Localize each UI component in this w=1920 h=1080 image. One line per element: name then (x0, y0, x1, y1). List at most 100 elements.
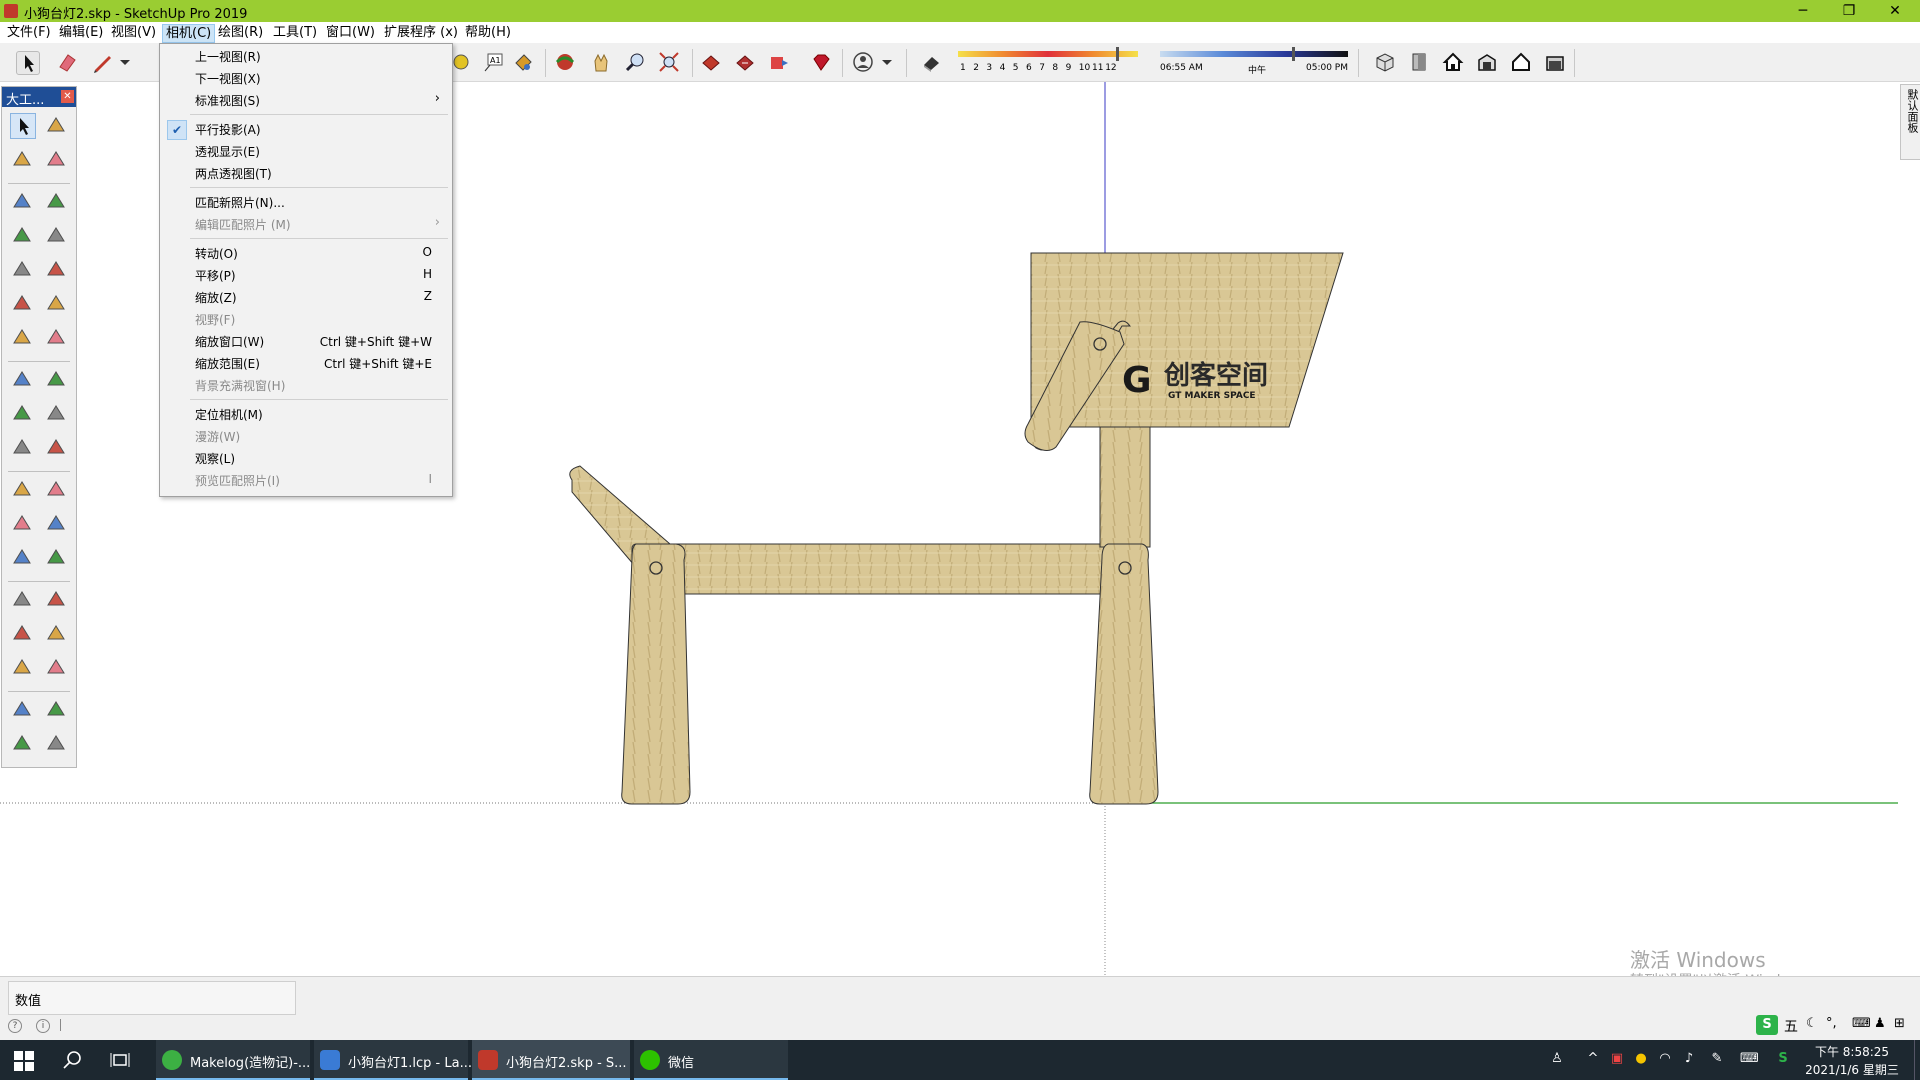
protractor-icon[interactable] (10, 511, 34, 535)
menu-draw[interactable]: 绘图(R) (215, 24, 266, 41)
tape-measure-icon[interactable] (450, 51, 472, 73)
clock-date[interactable]: 2021/1/6 星期三 (1796, 1061, 1908, 1078)
taskbar-app-wechat[interactable]: 微信 (634, 1040, 788, 1080)
people-icon[interactable]: ♙ (1548, 1050, 1566, 1068)
iso-view-icon[interactable] (1374, 51, 1396, 73)
zoom-icon[interactable] (624, 51, 646, 73)
menu-item-perspective[interactable]: 透视显示(E) (160, 140, 452, 162)
orbit-icon[interactable] (554, 51, 576, 73)
paint-bucket-icon[interactable] (512, 51, 534, 73)
rotated-rectangle-icon[interactable] (44, 223, 68, 247)
rectangle-tool-icon[interactable] (10, 223, 34, 247)
ime-punct-icon[interactable]: °, (1826, 1016, 1837, 1031)
menu-item-zoom-window[interactable]: 缩放窗口(W) Ctrl 键+Shift 键+W (160, 330, 452, 352)
show-desktop-button[interactable] (1914, 1040, 1920, 1080)
taskbar-app-laserbox[interactable]: 小狗台灯1.lcp - La... (314, 1040, 472, 1080)
top-view-icon[interactable] (1408, 51, 1430, 73)
warehouse-icon[interactable] (700, 51, 722, 73)
ime-toolbar[interactable]: S 五 ☾ °, ⌨ ♟ ⊞ (1756, 1013, 1916, 1037)
eraser-tool-icon[interactable] (56, 51, 78, 73)
sogou-tray-icon[interactable]: S (1774, 1050, 1792, 1068)
restore-button[interactable]: ❐ (1826, 0, 1872, 22)
menu-extensions[interactable]: 扩展程序 (x) (381, 24, 461, 41)
front-view-icon[interactable] (1442, 51, 1464, 73)
menu-window[interactable]: 窗口(W) (323, 24, 378, 41)
dimension-tool-icon[interactable] (44, 477, 68, 501)
menu-item-zoom[interactable]: 缩放(Z) Z (160, 286, 452, 308)
close-button[interactable]: ✕ (1872, 0, 1918, 22)
menu-edit[interactable]: 编辑(E) (56, 24, 106, 41)
circle-tool-icon[interactable] (10, 257, 34, 281)
account-dropdown-icon[interactable] (880, 51, 894, 73)
offset-tool-icon[interactable] (44, 435, 68, 459)
geo-location-icon[interactable]: ? (8, 1019, 22, 1033)
menu-item-look-around[interactable]: 观察(L) (160, 447, 452, 469)
minimize-button[interactable]: ─ (1780, 0, 1826, 22)
dropdown-arrow-icon[interactable] (118, 51, 132, 73)
volume-icon[interactable]: ♪ (1680, 1050, 1698, 1068)
menu-help[interactable]: 帮助(H) (462, 24, 514, 41)
scale-tool-icon[interactable] (10, 435, 34, 459)
pan-hand-icon[interactable] (590, 51, 612, 73)
user-account-icon[interactable] (852, 51, 874, 73)
right-view-icon[interactable] (1476, 51, 1498, 73)
select-tool-icon[interactable] (16, 51, 40, 75)
ime-user-icon[interactable]: ♟ (1874, 1016, 1886, 1031)
orbit-icon[interactable] (10, 587, 34, 611)
ime-keyboard-icon[interactable]: ⌨ (1852, 1016, 1871, 1031)
taskbar-app-makelog[interactable]: Makelog(造物记)-... (156, 1040, 310, 1080)
eraser-tool-icon[interactable] (44, 147, 68, 171)
pen-icon[interactable]: ✎ (1708, 1050, 1726, 1068)
rotate-tool-icon[interactable] (10, 401, 34, 425)
3d-text-icon[interactable] (44, 545, 68, 569)
shadow-time-slider[interactable]: 06:55 AM 中午 05:00 PM (1160, 47, 1348, 77)
pie-tool-icon[interactable] (44, 325, 68, 349)
menu-tools[interactable]: 工具(T) (270, 24, 320, 41)
ime-grid-icon[interactable]: ⊞ (1894, 1016, 1905, 1031)
menu-camera[interactable]: 相机(C) (162, 24, 216, 43)
menu-item-standard-views[interactable]: 标准视图(S) › (160, 89, 452, 111)
zoom-window-icon[interactable] (44, 621, 68, 645)
previous-view-icon[interactable] (44, 655, 68, 679)
three-point-arc-icon[interactable] (10, 325, 34, 349)
component-tool-icon[interactable] (44, 113, 68, 137)
pan-hand-icon[interactable] (44, 587, 68, 611)
ime-mode-label[interactable]: 五 (1784, 1016, 1798, 1036)
sogou-ime-icon[interactable]: S (1756, 1015, 1778, 1035)
security-tray-icon[interactable]: ▣ (1608, 1050, 1626, 1068)
zoom-extents-icon[interactable] (658, 51, 680, 73)
menu-item-orbit[interactable]: 转动(O) O (160, 242, 452, 264)
app-tray-icon[interactable]: ● (1632, 1050, 1650, 1068)
text-tool-icon[interactable]: A1 (482, 51, 504, 73)
walk-tool-icon[interactable] (10, 731, 34, 755)
push-pull-icon[interactable] (44, 367, 68, 391)
paint-bucket-icon[interactable] (10, 147, 34, 171)
menu-view[interactable]: 视图(V) (108, 24, 159, 41)
menu-item-parallel-projection[interactable]: ✔ 平行投影(A) (160, 118, 452, 140)
position-camera-icon[interactable] (10, 697, 34, 721)
clock-time[interactable]: 下午 8:58:25 (1796, 1043, 1908, 1060)
section-plane-icon[interactable] (44, 731, 68, 755)
palette-close-icon[interactable]: ✕ (61, 90, 74, 103)
credits-info-icon[interactable]: i (36, 1019, 50, 1033)
ime-moon-icon[interactable]: ☾ (1806, 1016, 1818, 1031)
freehand-tool-icon[interactable] (44, 189, 68, 213)
taskbar-app-sketchup[interactable]: 小狗台灯2.skp - S... (472, 1040, 630, 1080)
ruby-console-icon[interactable] (810, 51, 832, 73)
measurements-box[interactable]: 数值 (8, 981, 296, 1015)
follow-me-icon[interactable] (44, 401, 68, 425)
left-view-icon[interactable] (1544, 51, 1566, 73)
menu-item-match-new-photo[interactable]: 匹配新照片(N)... (160, 191, 452, 213)
menu-item-next-view[interactable]: 下一视图(X) (160, 67, 452, 89)
default-tray-tab[interactable]: 默认面板 (1900, 84, 1920, 160)
shadow-month-slider[interactable]: 1 2 3 4 5 6 7 8 9 10 11 12 (958, 47, 1138, 77)
menu-item-position-camera[interactable]: 定位相机(M) (160, 403, 452, 425)
share-model-icon[interactable] (734, 51, 756, 73)
menu-item-pan[interactable]: 平移(P) H (160, 264, 452, 286)
search-icon[interactable] (62, 1050, 82, 1070)
windows-start-icon[interactable] (14, 1051, 34, 1071)
menu-item-two-point-perspective[interactable]: 两点透视图(T) (160, 162, 452, 184)
keyboard-icon[interactable]: ⌨ (1740, 1050, 1759, 1068)
zoom-extents-icon[interactable] (10, 655, 34, 679)
arc-tool-icon[interactable] (10, 291, 34, 315)
